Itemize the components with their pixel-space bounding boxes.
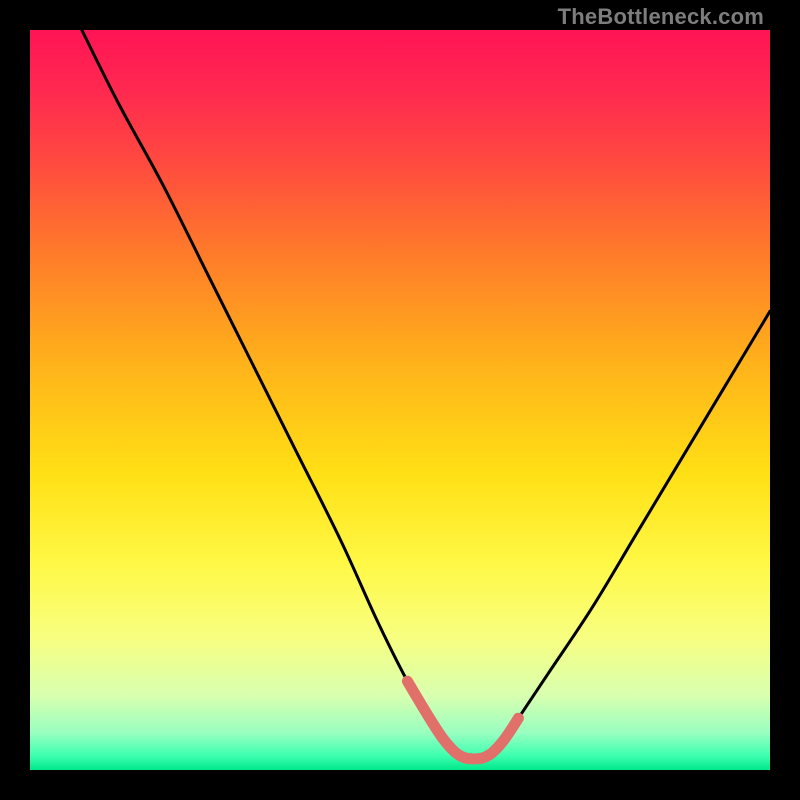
gradient-background: [30, 30, 770, 770]
bottleneck-chart: [30, 30, 770, 770]
watermark-text: TheBottleneck.com: [558, 4, 764, 30]
chart-frame: [30, 30, 770, 770]
